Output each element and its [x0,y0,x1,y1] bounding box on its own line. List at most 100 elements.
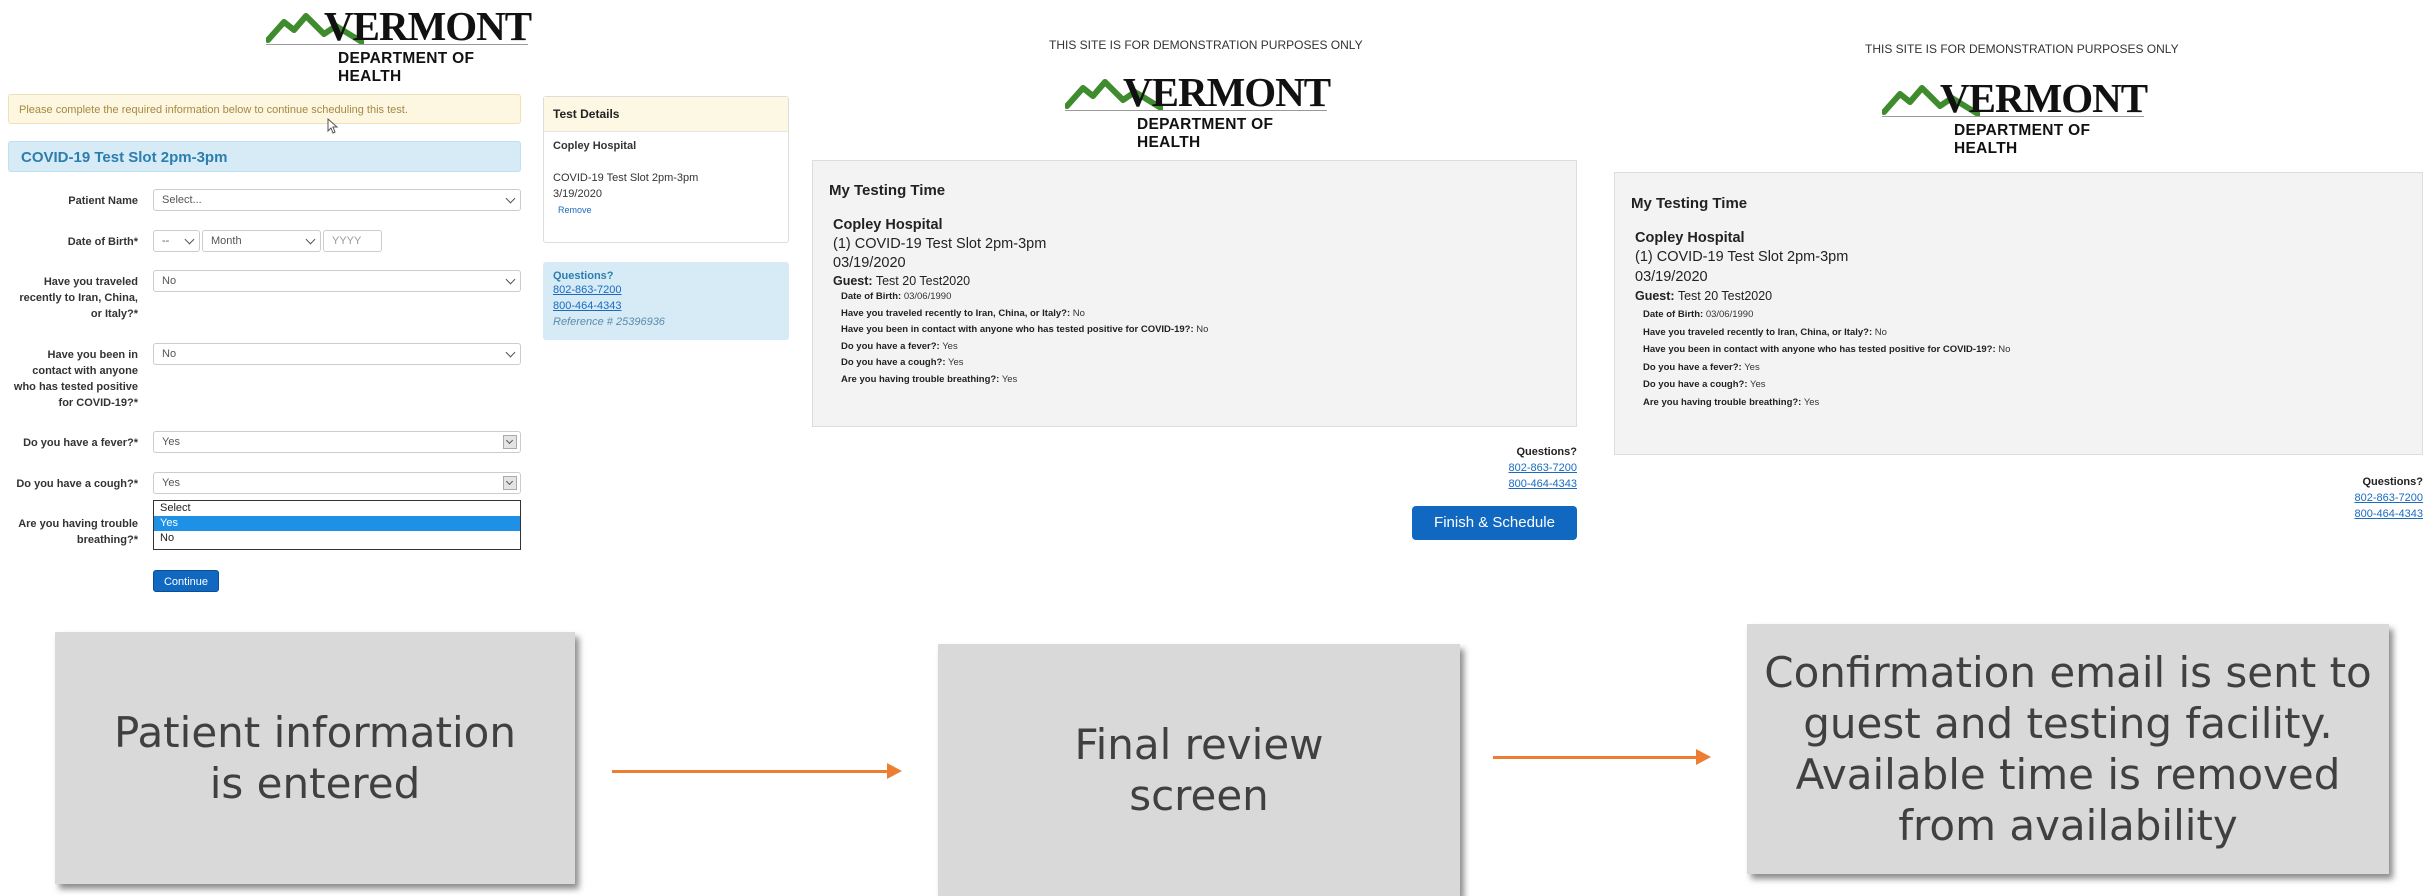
caption-step3: Confirmation email is sent to guest and … [1747,624,2389,874]
logo-divider [1882,116,2144,117]
chevron-down-icon [505,347,516,358]
vermont-logo: VERMONT DEPARTMENT OF HEALTH [266,3,532,85]
vermont-logo: VERMONT DEPARTMENT OF HEALTH [1882,75,2148,157]
confirm-phone-link-2[interactable]: 800-464-4343 [2273,506,2423,522]
required-info-alert: Please complete the required information… [8,94,521,124]
confirm-phone-link-1[interactable]: 802-863-7200 [2273,490,2423,506]
chevron-down-icon [505,193,516,204]
breathing-label: Are you having trouble breathing?* [18,518,138,546]
travel-select[interactable]: No [153,270,521,292]
review-q-travel: Have you traveled recently to Iran, Chin… [841,308,1085,319]
reference-number: Reference # 25396936 [553,316,665,328]
confirm-slot: (1) COVID-19 Test Slot 2pm-3pm [1635,249,1849,265]
guest-name: Test 20 Test2020 [875,274,971,288]
caption-step2-text: Final review screen [1074,720,1324,820]
demo-notice: THIS SITE IS FOR DEMONSTRATION PURPOSES … [1049,38,1363,52]
review-slot: (1) COVID-19 Test Slot 2pm-3pm [833,236,1047,252]
continue-button[interactable]: Continue [153,570,219,592]
caption-step2: Final review screen [938,644,1460,896]
review-q-fever: Do you have a fever?: Yes [841,341,958,352]
test-details-date: 3/19/2020 [553,188,602,200]
dropdown-option-no[interactable]: No [154,531,520,546]
slot-title: COVID-19 Test Slot 2pm-3pm [8,141,521,172]
confirm-guest: Guest: Test 20 Test2020 [1635,289,1773,303]
finish-schedule-button[interactable]: Finish & Schedule [1412,506,1577,540]
review-phone-link-2[interactable]: 800-464-4343 [1427,476,1577,492]
logo-state-text: VERMONT [1940,75,2148,121]
demo-notice: THIS SITE IS FOR DEMONSTRATION PURPOSES … [1865,42,2179,56]
cough-value: Yes [162,477,180,489]
chevron-down-icon [503,435,517,449]
review-q-dob: Date of Birth: 03/06/1990 [841,291,952,302]
dob-day-value: -- [162,235,170,247]
review-panel: My Testing Time Copley Hospital (1) COVI… [812,160,1577,427]
confirm-q-cough: Do you have a cough?: Yes [1643,379,1766,390]
dropdown-option-yes[interactable]: Yes [154,516,520,531]
patient-name-label: Patient Name [68,195,138,207]
contact-value: No [162,348,177,360]
breathing-dropdown-list[interactable]: Select Yes No [153,500,521,550]
travel-value: No [162,275,177,287]
review-facility: Copley Hospital [833,217,943,233]
test-details-header: Test Details [544,97,788,132]
confirm-facility: Copley Hospital [1635,230,1745,246]
dropdown-option-select[interactable]: Select [154,501,520,516]
vermont-logo: VERMONT DEPARTMENT OF HEALTH [1065,69,1331,151]
guest-label: Guest: [833,274,873,288]
logo-dept-text: DEPARTMENT OF HEALTH [1137,116,1274,151]
dob-label: Date of Birth* [67,236,138,248]
caption-step1-text: Patient information is entered [114,708,516,808]
fever-label: Do you have a fever?* [23,437,138,449]
review-questions: Questions? 802-863-7200 800-464-4343 [1427,444,1577,492]
review-phone-link-1[interactable]: 802-863-7200 [1427,460,1577,476]
logo-dept-text: DEPARTMENT OF HEALTH [1954,122,2091,157]
logo-dept-text: DEPARTMENT OF HEALTH [338,50,475,85]
confirm-date: 03/19/2020 [1635,269,1708,285]
logo-state-text: VERMONT [1123,69,1331,115]
chevron-down-icon [503,476,517,490]
review-q-cough: Do you have a cough?: Yes [841,357,964,368]
remove-link[interactable]: Remove [558,205,592,215]
logo-divider [266,44,528,45]
confirm-questions-title: Questions? [2362,476,2423,488]
logo-divider [1065,110,1327,111]
questions-box: Questions? 802-863-7200 800-464-4343 Ref… [543,262,789,340]
confirm-q-breathing: Are you having trouble breathing?: Yes [1643,397,1820,408]
dob-day-select[interactable]: -- [153,230,200,252]
test-details-facility: Copley Hospital [553,140,637,152]
caption-step3-text: Confirmation email is sent to guest and … [1764,648,2372,850]
arrow-right-icon [1493,749,1711,765]
chevron-down-icon [305,234,316,245]
dob-month-value: Month [211,235,242,247]
confirmation-panel: My Testing Time Copley Hospital (1) COVI… [1614,172,2423,455]
dob-year-input[interactable]: YYYY [323,230,382,252]
confirm-q-dob: Date of Birth: 03/06/1990 [1643,309,1754,320]
review-guest: Guest: Test 20 Test2020 [833,274,970,288]
chevron-down-icon [505,274,516,285]
cough-label: Do you have a cough?* [16,478,138,490]
phone-link-1[interactable]: 802-863-7200 [553,282,779,298]
contact-select[interactable]: No [153,343,521,365]
review-q-breathing: Are you having trouble breathing?: Yes [841,374,1018,385]
caption-step1: Patient information is entered [55,632,575,884]
review-questions-title: Questions? [1516,446,1577,458]
confirm-questions: Questions? 802-863-7200 800-464-4343 [2273,474,2423,522]
cough-select[interactable]: Yes [153,472,521,494]
confirm-q-travel: Have you traveled recently to Iran, Chin… [1643,327,1887,338]
test-details-slot: COVID-19 Test Slot 2pm-3pm [553,172,699,184]
arrow-right-icon [612,763,902,779]
fever-select[interactable]: Yes [153,431,521,453]
confirm-q-contact: Have you been in contact with anyone who… [1643,344,2011,355]
patient-name-select[interactable]: Select... [153,189,521,211]
review-q-contact: Have you been in contact with anyone who… [841,324,1209,335]
fever-value: Yes [162,436,180,448]
phone-link-2[interactable]: 800-464-4343 [553,298,779,314]
review-date: 03/19/2020 [833,255,906,271]
contact-label: Have you been in contact with anyone who… [13,349,138,409]
dob-month-select[interactable]: Month [202,230,321,252]
review-title: My Testing Time [829,182,946,199]
confirm-title: My Testing Time [1631,195,1748,212]
questions-title: Questions? [553,270,614,282]
chevron-down-icon [184,234,195,245]
logo-state-text: VERMONT [324,3,532,49]
